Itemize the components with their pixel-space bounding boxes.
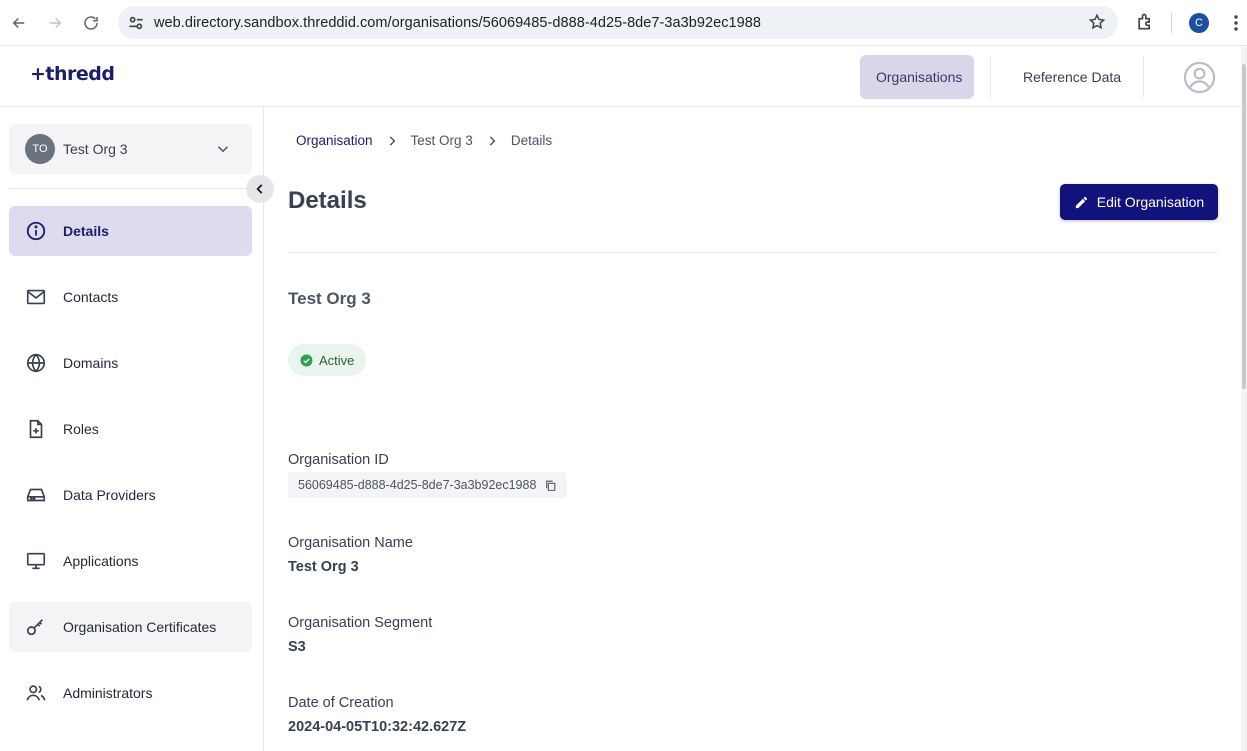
nav-divider	[990, 57, 991, 97]
content-divider	[288, 252, 1218, 253]
breadcrumb: Organisation Test Org 3 Details	[296, 133, 552, 148]
info-icon	[26, 221, 46, 241]
site-settings-icon[interactable]	[126, 13, 146, 33]
sidebar-divider	[9, 188, 252, 189]
copy-icon[interactable]	[544, 479, 557, 492]
nav-organisations[interactable]: Organisations	[860, 55, 974, 99]
user-account-icon[interactable]	[1183, 61, 1216, 94]
org-switcher-name: Test Org 3	[63, 141, 128, 157]
sidebar-item-data-providers[interactable]: Data Providers	[9, 470, 252, 520]
org-name-heading: Test Org 3	[288, 289, 371, 308]
org-segment-value: S3	[288, 639, 306, 655]
chevron-right-icon	[389, 135, 395, 146]
edit-organisation-button[interactable]: Edit Organisation	[1060, 184, 1218, 220]
extensions-puzzle-icon[interactable]	[1135, 12, 1155, 32]
key-icon	[26, 619, 44, 636]
page-scrollbar-thumb[interactable]	[1242, 64, 1246, 389]
sidebar-item-organisation-certificates[interactable]: Organisation Certificates	[9, 602, 252, 652]
sidebar-item-roles[interactable]: Roles	[9, 404, 252, 454]
browser-profile-avatar[interactable]: C	[1189, 13, 1209, 33]
date-of-creation-value: 2024-04-05T10:32:42.627Z	[288, 719, 467, 735]
toolbar-divider	[1171, 13, 1172, 33]
bookmark-star-icon[interactable]	[1088, 13, 1106, 31]
nav-divider	[1143, 57, 1144, 97]
forward-arrow-icon[interactable]	[37, 5, 73, 41]
org-segment-label: Organisation Segment	[288, 615, 433, 631]
breadcrumb-current: Details	[510, 133, 553, 148]
monitor-icon	[26, 552, 46, 570]
org-id-value: 56069485-d888-4d25-8de7-3a3b92ec1988	[298, 478, 537, 492]
thredd-logo[interactable]: +thredd	[30, 63, 115, 85]
date-of-creation-label: Date of Creation	[288, 695, 394, 711]
sidebar-item-label: Domains	[63, 355, 119, 371]
sidebar-item-label: Data Providers	[63, 487, 156, 503]
sidebar-item-label: Organisation Certificates	[63, 619, 217, 635]
storage-icon	[26, 488, 46, 502]
org-id-chip: 56069485-d888-4d25-8de7-3a3b92ec1988	[288, 472, 568, 498]
sidebar-item-details[interactable]: Details	[9, 206, 252, 256]
sidebar-item-label: Contacts	[63, 289, 119, 305]
mail-icon	[26, 289, 46, 305]
nav-reference-data[interactable]: Reference Data	[1007, 55, 1137, 99]
chevron-down-icon	[217, 146, 229, 153]
chevron-right-icon	[489, 135, 496, 146]
sidebar-item-domains[interactable]: Domains	[9, 338, 252, 388]
main-content: Organisation Test Org 3 Details Details …	[264, 107, 1241, 751]
collapse-sidebar-button[interactable]	[246, 175, 274, 203]
users-icon	[26, 685, 46, 701]
status-badge: Active	[288, 344, 367, 376]
reload-icon[interactable]	[73, 5, 109, 41]
edit-organisation-label: Edit Organisation	[1096, 194, 1205, 210]
check-circle-icon	[300, 354, 313, 366]
back-arrow-icon[interactable]	[1, 5, 37, 41]
chevron-left-icon	[256, 184, 263, 194]
org-name-label: Organisation Name	[288, 535, 413, 551]
file-plus-icon	[29, 419, 43, 439]
sidebar-item-administrators[interactable]: Administrators	[9, 668, 252, 718]
breadcrumb-org[interactable]: Test Org 3	[411, 133, 473, 148]
pencil-icon	[1075, 196, 1087, 208]
kebab-menu-icon[interactable]	[1228, 13, 1244, 33]
organisation-switcher[interactable]: TO Test Org 3	[9, 124, 252, 174]
sidebar-item-label: Administrators	[63, 685, 153, 701]
status-text: Active	[319, 352, 355, 368]
globe-icon	[26, 353, 46, 373]
url-text: web.directory.sandbox.threddid.com/organ…	[154, 14, 761, 31]
sidebar-item-label: Details	[63, 223, 109, 239]
browser-toolbar: web.directory.sandbox.threddid.com/organ…	[0, 0, 1247, 46]
address-bar[interactable]: web.directory.sandbox.threddid.com/organ…	[118, 6, 1118, 39]
sidebar-item-label: Applications	[63, 553, 139, 569]
sidebar-item-contacts[interactable]: Contacts	[9, 272, 252, 322]
app-header: +thredd Organisations Reference Data	[0, 47, 1247, 107]
page-title: Details	[288, 187, 367, 214]
org-name-value: Test Org 3	[288, 559, 359, 575]
org-avatar: TO	[25, 134, 55, 164]
org-id-label: Organisation ID	[288, 452, 389, 468]
sidebar: TO Test Org 3 Details Contacts Domains R…	[0, 107, 264, 751]
breadcrumb-organisation[interactable]: Organisation	[296, 133, 373, 148]
sidebar-item-applications[interactable]: Applications	[9, 536, 252, 586]
sidebar-item-label: Roles	[63, 421, 99, 437]
